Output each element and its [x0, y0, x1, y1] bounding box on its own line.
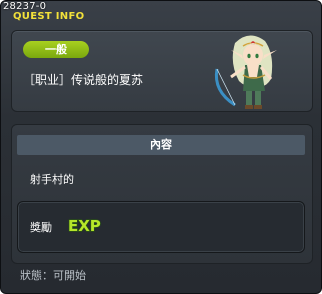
window-title: QUEST INFO	[13, 11, 85, 22]
npc-portrait-icon	[214, 35, 277, 109]
quest-info-window: 28237-0 QUEST INFO 一般 ［职业］传说般的夏苏 內容 射手村的…	[0, 0, 322, 294]
quest-category-badge: 一般	[23, 41, 89, 58]
quest-status: 狀態：可開始	[20, 269, 86, 282]
content-text: 射手村的	[30, 173, 74, 186]
reward-label: 獎勵	[30, 221, 52, 234]
exp-icon: EXP	[67, 216, 101, 234]
quest-name: ［职业］传说般的夏苏	[23, 73, 144, 87]
exp-icon-text: EXP	[68, 217, 101, 234]
quest-content-panel: 內容 射手村的 獎勵 EXP	[11, 124, 313, 264]
content-header: 內容	[17, 135, 305, 155]
reward-box: 獎勵 EXP	[17, 201, 305, 253]
